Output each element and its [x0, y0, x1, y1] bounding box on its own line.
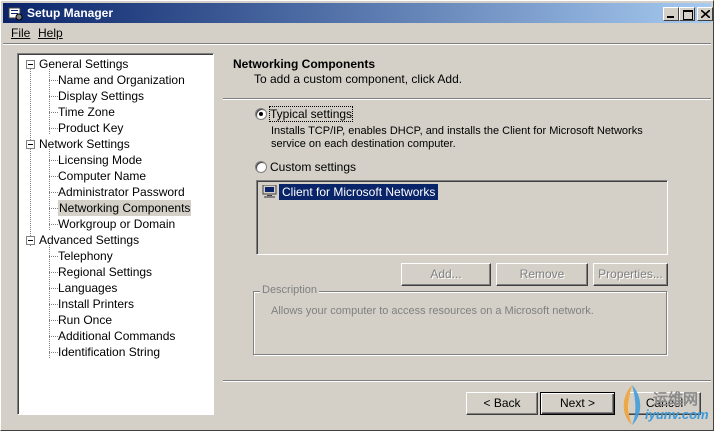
- tree-connector: [49, 272, 58, 273]
- tree-connector: [49, 96, 58, 97]
- components-list[interactable]: Client for Microsoft Networks: [256, 180, 668, 255]
- typical-settings-label[interactable]: Typical settings: [268, 106, 354, 122]
- tree-connector: [49, 128, 58, 129]
- tree-connector: [49, 224, 58, 225]
- menu-file-label: File: [11, 26, 31, 40]
- description-group: Description Allows your computer to acce…: [253, 284, 667, 355]
- window-title: Setup Manager: [27, 6, 114, 20]
- list-item-label: Client for Microsoft Networks: [279, 184, 439, 200]
- tree-connector: [49, 160, 58, 161]
- collapse-icon[interactable]: [26, 236, 35, 245]
- watermark-logo-icon: [623, 385, 641, 425]
- tree-branch-line-network: [49, 149, 50, 230]
- minimize-button[interactable]: [663, 7, 679, 21]
- typical-settings-description: Installs TCP/IP, enables DHCP, and insta…: [271, 125, 643, 150]
- tree-connector: [49, 352, 58, 353]
- tree-item-label: Regional Settings: [58, 265, 153, 279]
- tree-item-label: Identification String: [58, 345, 161, 359]
- properties-button[interactable]: Properties...: [593, 263, 668, 286]
- tree-connector: [49, 112, 58, 113]
- tree-connector: [49, 336, 58, 337]
- tree-item-label: Languages: [58, 281, 118, 295]
- setup-manager-window: Setup Manager File Help General Settings…: [0, 0, 714, 431]
- tree-connector: [49, 320, 58, 321]
- tree-connector: [49, 208, 58, 209]
- tree-item-label: General Settings: [39, 57, 129, 71]
- menu-help-label: Help: [38, 26, 63, 40]
- tree-item-label: Install Printers: [58, 297, 135, 311]
- watermark: 运维网 iyunv.com: [617, 381, 711, 429]
- tree-connector: [49, 176, 58, 177]
- next-button[interactable]: Next >: [540, 392, 615, 415]
- tree-item-label: Networking Components: [58, 200, 192, 216]
- tree-item-label: Name and Organization: [58, 73, 185, 87]
- custom-settings-radio[interactable]: [255, 161, 267, 173]
- menu-help[interactable]: Help: [38, 26, 63, 40]
- back-button[interactable]: < Back: [466, 392, 538, 415]
- typical-settings-radio[interactable]: [255, 108, 267, 120]
- tree-item-label: Administrator Password: [58, 185, 185, 199]
- tree-item-label: Time Zone: [58, 105, 115, 119]
- close-button[interactable]: [697, 7, 713, 21]
- watermark-en-text: iyunv.com: [645, 407, 709, 422]
- custom-settings-label[interactable]: Custom settings: [270, 160, 356, 174]
- page-subtitle: To add a custom component, click Add.: [254, 72, 463, 86]
- collapse-icon[interactable]: [26, 140, 35, 149]
- settings-tree[interactable]: General Settings Name and Organization D…: [17, 53, 214, 415]
- description-text: Allows your computer to access resources…: [271, 305, 594, 317]
- tree-item-label: Product Key: [58, 121, 124, 135]
- network-client-icon: [262, 185, 277, 198]
- tree-item-label: Workgroup or Domain: [58, 217, 176, 231]
- remove-button[interactable]: Remove: [496, 263, 588, 286]
- tree-item-label: Licensing Mode: [58, 153, 143, 167]
- tree-item-label: Computer Name: [58, 169, 147, 183]
- tree-item-label: Advanced Settings: [39, 233, 140, 247]
- tree-connector: [49, 80, 58, 81]
- tree-branch-line-advanced: [49, 245, 50, 358]
- tree-connector: [49, 192, 58, 193]
- header-separator: [223, 98, 711, 100]
- title-bar[interactable]: Setup Manager: [3, 3, 713, 23]
- menu-file[interactable]: File: [11, 26, 30, 40]
- tree-item-label: Display Settings: [58, 89, 145, 103]
- maximize-button[interactable]: [679, 7, 695, 21]
- tree-item-label: Network Settings: [39, 137, 130, 151]
- collapse-icon[interactable]: [26, 60, 35, 69]
- tree-connector: [49, 304, 58, 305]
- page-title: Networking Components: [233, 57, 376, 71]
- tree-connector: [49, 288, 58, 289]
- tree-root-line: [30, 69, 31, 246]
- tree-connector: [49, 256, 58, 257]
- add-button[interactable]: Add...: [401, 263, 491, 286]
- setup-manager-app-icon: [8, 7, 23, 21]
- tree-item-label: Run Once: [58, 313, 113, 327]
- menu-separator: [3, 43, 711, 45]
- close-icon: [701, 10, 710, 18]
- menu-bar: File Help: [3, 24, 711, 42]
- tree-branch-line-general: [49, 69, 50, 134]
- description-group-label: Description: [260, 284, 320, 296]
- tree-item-label: Telephony: [58, 249, 113, 263]
- watermark-cn-text: 运维网: [653, 391, 699, 408]
- tree-item-label: Additional Commands: [58, 329, 176, 343]
